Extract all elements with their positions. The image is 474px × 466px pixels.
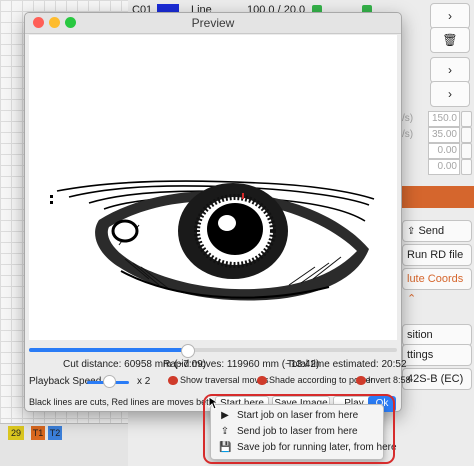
speed-slider-knob[interactable] [103,375,116,388]
speed-field[interactable]: 150.0 [428,111,460,127]
toggle-icon [356,376,366,386]
toggle-icon [257,376,267,386]
show-traversal-toggle[interactable]: Show traversal moves [168,375,269,386]
get-position-button[interactable]: sition [402,324,472,346]
laser-tab-header [399,186,474,208]
toggle-icon [168,376,178,386]
progress-knob[interactable] [181,344,196,358]
chevron-right-icon[interactable]: › [430,57,470,83]
accel-stepper[interactable] [461,127,472,143]
preview-window: Preview Cut distance: 60958 mm (~7:09) R… [24,12,411,412]
invert-toggle[interactable]: Invert 8:58 [356,375,411,386]
eye-engraving-image [50,180,375,301]
offset-y-stepper[interactable] [461,159,472,175]
upload-icon: ⇪ [407,226,416,237]
playback-speed-value: x 2 [137,376,151,387]
coords-select[interactable]: lute Coords ⌃ [402,268,472,305]
trash-icon[interactable]: 🗑 [430,27,470,53]
cursor-icon [208,396,218,410]
playback-progress-slider[interactable] [29,344,397,358]
accel-label: /s) [402,129,414,140]
run-rd-file-button[interactable]: Run RD file [402,244,472,266]
palette-swatch[interactable]: T1 [31,426,45,440]
title-bar[interactable]: Preview [25,13,401,34]
speed-stepper[interactable] [461,111,472,127]
preview-canvas[interactable] [29,35,397,340]
color-palette-bar: 29 T1 T2 [0,423,128,466]
total-time-stat: Total time estimated: 20:52 [287,359,407,370]
offset-x-field[interactable]: 0.00 [428,143,460,159]
device-select[interactable]: 42S-B (EC) [402,368,472,390]
offset-y-field[interactable]: 0.00 [428,159,460,175]
machine-settings-button[interactable]: ttings [402,344,472,366]
send-button[interactable]: ⇪ Send [402,220,472,242]
chevron-right-icon[interactable]: › [430,3,470,29]
window-title: Preview [191,16,235,30]
offset-x-stepper[interactable] [461,143,472,159]
annotation-highlight [203,394,395,464]
accel-field[interactable]: 35.00 [428,127,460,143]
palette-swatch[interactable]: T2 [48,426,62,440]
palette-swatch[interactable]: 29 [8,426,24,440]
chevron-right-icon[interactable]: › [430,81,470,107]
progress-fill [29,348,188,352]
speed-label: /s) [402,113,414,124]
